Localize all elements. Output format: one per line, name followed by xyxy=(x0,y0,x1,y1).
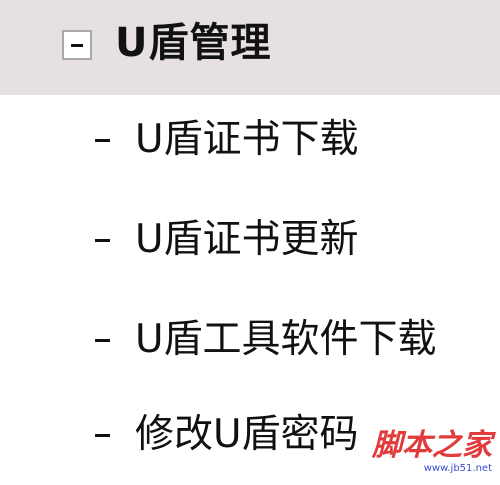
menu-item-cert-update[interactable]: U盾证书更新 xyxy=(0,205,500,275)
menu-item-label: U盾证书下载 xyxy=(135,117,359,162)
dash-bullet-icon xyxy=(95,239,110,242)
menu-group-title: U盾管理 xyxy=(115,20,272,66)
collapse-toggle-icon[interactable] xyxy=(62,30,92,60)
sidebar-menu-panel: U盾管理 U盾证书下载 U盾证书更新 U盾工具软件下载 修改U盾密码 脚本之家 … xyxy=(0,0,500,485)
menu-item-label: 修改U盾密码 xyxy=(135,412,359,457)
site-watermark: 脚本之家 www.jb51.net xyxy=(372,429,492,475)
dash-bullet-icon xyxy=(95,434,110,437)
menu-item-cert-download[interactable]: U盾证书下载 xyxy=(0,105,500,175)
minus-icon xyxy=(71,44,83,47)
watermark-url: www.jb51.net xyxy=(423,463,492,474)
menu-group-header[interactable]: U盾管理 xyxy=(0,0,500,95)
menu-item-tool-download[interactable]: U盾工具软件下载 xyxy=(0,305,500,375)
dash-bullet-icon xyxy=(95,139,110,142)
watermark-logo-text: 脚本之家 xyxy=(372,428,492,463)
menu-item-label: U盾证书更新 xyxy=(135,217,359,262)
menu-item-label: U盾工具软件下载 xyxy=(135,317,437,362)
dash-bullet-icon xyxy=(95,339,110,342)
